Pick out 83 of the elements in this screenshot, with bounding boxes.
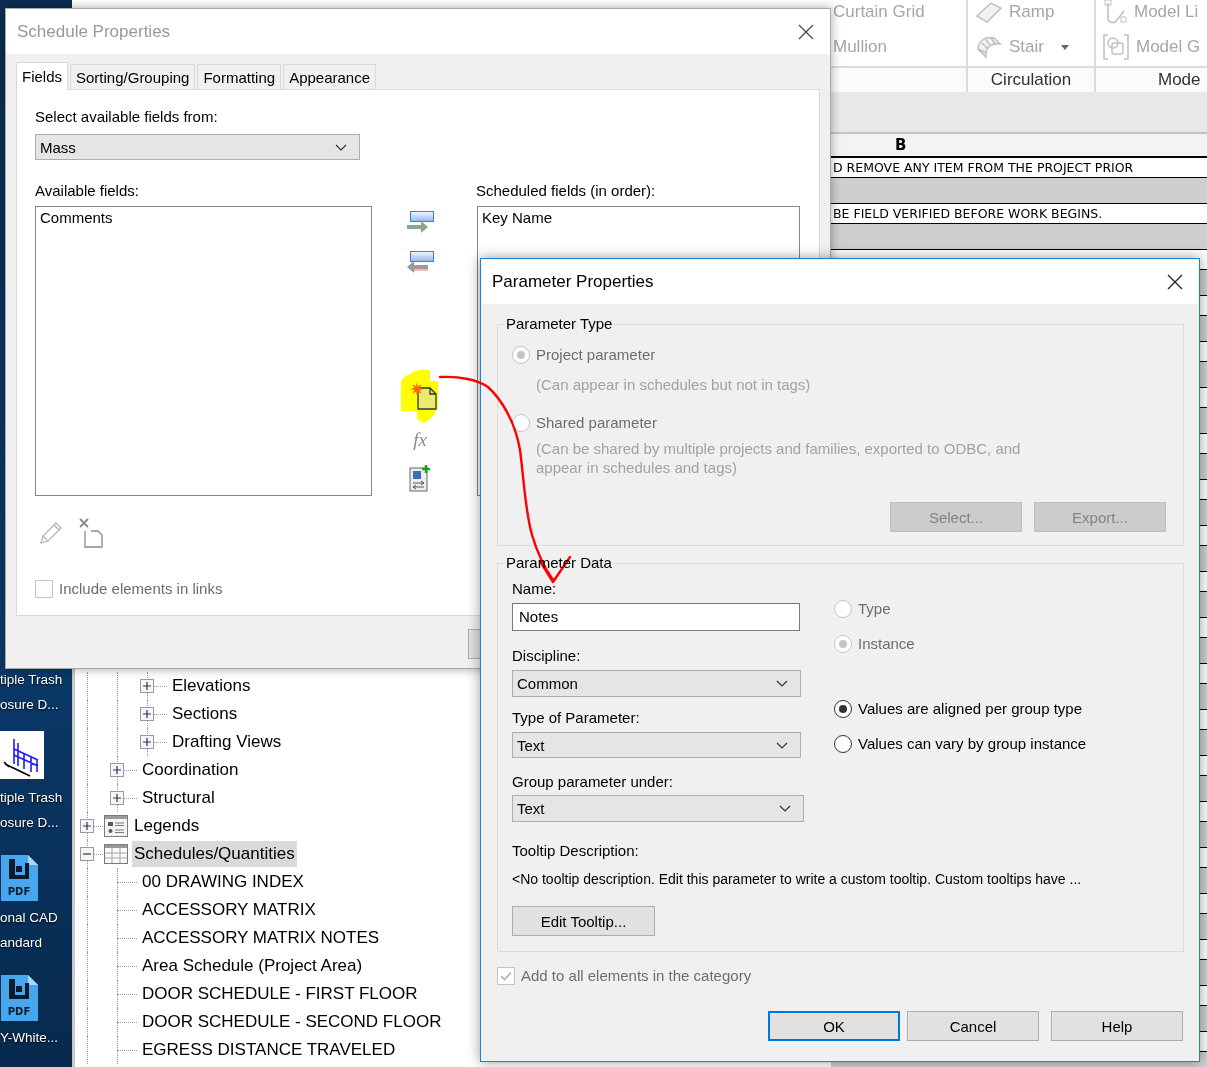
dialog-button[interactable]: Help <box>1051 1011 1183 1041</box>
ramp-icon <box>976 1 1002 23</box>
desktop-icon-label[interactable]: tiple Trash <box>0 785 63 810</box>
close-icon[interactable] <box>1167 273 1183 290</box>
pdf-icon-label: PDF <box>6 1006 32 1018</box>
bar-left-arrow-icon[interactable] <box>406 251 434 275</box>
field-label: Group parameter under: <box>512 773 673 791</box>
tree-item[interactable]: Schedules/Quantities <box>132 841 297 867</box>
chevron-down-icon <box>776 741 788 749</box>
tab[interactable]: Fields <box>16 62 68 90</box>
radio-label: Values are aligned per group type <box>858 699 1083 719</box>
checkbox-label: Add to all elements in the category <box>521 967 752 985</box>
drawing-file-icon[interactable] <box>0 731 44 779</box>
ribbon-panel-footer: Mode <box>1096 66 1207 92</box>
desktop-icon-label[interactable]: onal CAD <box>0 905 58 930</box>
tab[interactable]: Sorting/Grouping <box>70 64 196 89</box>
radio-label: Shared parameter <box>536 413 657 433</box>
desktop-icon-label[interactable]: osure D... <box>0 810 59 835</box>
dropdown[interactable]: Common <box>512 670 801 697</box>
plus-box-icon[interactable] <box>140 735 154 749</box>
checkmark-icon <box>500 971 512 981</box>
dialog-button[interactable]: OK <box>768 1011 900 1041</box>
window-title: Schedule Properties <box>17 21 171 42</box>
desktop-icon-label[interactable]: osure D... <box>0 692 59 717</box>
schedule-cell-text: D REMOVE ANY ITEM FROM THE PROJECT PRIOR <box>832 159 1134 177</box>
plus-box-icon[interactable] <box>140 679 154 693</box>
field-label: Tooltip Description: <box>512 842 640 860</box>
chevron-down-icon <box>335 143 347 151</box>
dialog-button[interactable] <box>468 629 480 659</box>
desktop-icon-label[interactable]: Y-White... <box>0 1025 59 1050</box>
radio-button[interactable] <box>834 700 852 718</box>
radio-label: Instance <box>858 634 915 654</box>
radio-label: Project parameter <box>536 345 656 365</box>
listbox[interactable]: Comments <box>35 206 372 496</box>
field-label: Type of Parameter: <box>512 709 640 727</box>
radio-label: Type <box>858 599 891 619</box>
plus-box-icon[interactable] <box>110 763 124 777</box>
bracket-shapes-icon <box>1103 34 1129 60</box>
pdf-icon-label: PDF <box>6 886 32 898</box>
window-title: Parameter Properties <box>492 271 654 292</box>
column-header: B <box>895 136 907 154</box>
radio-button[interactable] <box>834 735 852 753</box>
field-label: Name: <box>512 580 557 598</box>
dropdown[interactable]: Mass <box>35 134 360 160</box>
option-description: (Can appear in schedules but not in tags) <box>535 375 812 394</box>
tab[interactable]: Formatting <box>197 64 282 89</box>
schedule-cell-text: BE FIELD VERIFIED BEFORE WORK BEGINS. <box>832 205 1103 223</box>
document-plus-icon[interactable] <box>409 464 431 492</box>
option-description: (Can be shared by multiple projects and families, exported to ODBC, and appear in schedules and tags) <box>535 439 1022 477</box>
group-title: Parameter Type <box>505 315 614 333</box>
field-label: Scheduled fields (in order): <box>476 182 656 200</box>
plus-box-icon[interactable] <box>110 791 124 805</box>
minus-box-icon[interactable] <box>80 847 94 861</box>
field-label: Discipline: <box>512 647 581 665</box>
pdf-file-icon[interactable]: PDF <box>0 855 38 901</box>
plus-box-icon[interactable] <box>80 819 94 833</box>
text-field[interactable]: Notes <box>512 603 800 631</box>
close-icon[interactable] <box>798 23 814 40</box>
stair-icon <box>976 35 1002 59</box>
radio-label: Values can vary by group instance <box>858 734 1087 754</box>
formula-button[interactable]: fx <box>411 429 429 451</box>
list-item[interactable]: Key Name <box>481 208 554 228</box>
desktop-icon-label[interactable]: andard <box>0 930 43 955</box>
plus-box-icon[interactable] <box>140 707 154 721</box>
field-label: Available fields: <box>35 182 139 200</box>
dialog-button[interactable]: Edit Tooltip... <box>512 906 655 936</box>
desktop-icon-label[interactable]: tiple Trash <box>0 667 63 692</box>
caret-icon <box>1060 44 1069 50</box>
chevron-down-icon <box>776 680 788 687</box>
dropdown[interactable]: Text <box>512 732 801 758</box>
document-sparkle-icon[interactable] <box>400 369 440 423</box>
ribbon-panel-footer: Circulation <box>968 66 1094 92</box>
tooltip-description: <No tooltip description. Edit this parameter to write a custom tooltip. Custom tooltips have ... <box>512 870 1083 888</box>
dialog-button[interactable]: Cancel <box>907 1011 1039 1041</box>
tab[interactable]: Appearance <box>283 64 377 89</box>
checkbox-label: Include elements in links <box>59 580 223 598</box>
curved-line-icon <box>1103 0 1127 25</box>
pdf-file-icon[interactable]: PDF <box>0 975 38 1021</box>
list-item[interactable]: Comments <box>39 208 114 228</box>
field-label: Select available fields from: <box>35 108 219 126</box>
chevron-down-icon <box>779 805 791 812</box>
bar-right-arrow-icon[interactable] <box>406 211 434 235</box>
dropdown[interactable]: Text <box>512 795 804 822</box>
